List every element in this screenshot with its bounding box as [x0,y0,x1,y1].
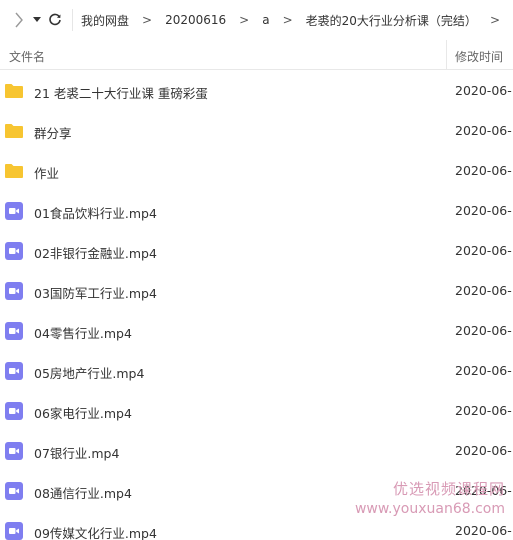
file-name: 作业 [34,166,60,181]
file-name: 06家电行业.mp4 [34,406,132,421]
file-row[interactable]: 06家电行业.mp4 2020-06-1 [0,391,513,431]
nav-divider [72,9,74,31]
folder-icon [4,121,24,141]
file-date: 2020-06-1 [455,123,513,138]
breadcrumb: 我的网盘 > 20200616 > a > 老裘的20大行业分析课（完结） > [81,12,513,29]
video-file-icon [4,521,24,540]
column-divider[interactable] [446,40,447,70]
file-row[interactable]: 09传媒文化行业.mp4 2020-06-1 [0,511,513,540]
breadcrumb-item[interactable]: 20200616 [165,13,226,27]
file-row[interactable]: 05房地产行业.mp4 2020-06-1 [0,351,513,391]
caret-down-icon [33,17,42,22]
file-date: 2020-06-1 [455,483,513,498]
file-row[interactable]: 02非银行金融业.mp4 2020-06-1 [0,231,513,271]
breadcrumb-separator-icon: > [239,13,250,27]
chevron-right-icon [15,12,24,28]
file-date: 2020-06-1 [455,163,513,178]
breadcrumb-item[interactable]: a [262,13,269,27]
breadcrumb-separator-icon: > [142,13,153,27]
video-file-icon [4,281,24,301]
file-row[interactable]: 03国防军工行业.mp4 2020-06-1 [0,271,513,311]
column-header-date[interactable]: 修改时间 [455,48,503,65]
navigation-bar: 我的网盘 > 20200616 > a > 老裘的20大行业分析课（完结） > [0,0,513,40]
file-date: 2020-06-1 [455,363,513,378]
file-date: 2020-06-1 [455,283,513,298]
file-date: 2020-06-1 [455,443,513,458]
history-dropdown-button[interactable] [31,0,43,40]
breadcrumb-separator-icon: > [489,13,500,27]
file-name: 07银行业.mp4 [34,446,120,461]
video-file-icon [4,201,24,221]
file-name: 03国防军工行业.mp4 [34,286,157,301]
file-name: 09传媒文化行业.mp4 [34,526,157,540]
folder-icon [4,161,24,181]
breadcrumb-separator-icon: > [282,13,293,27]
file-date: 2020-06-1 [455,523,513,538]
folder-icon [4,81,24,101]
file-date: 2020-06-1 [455,243,513,258]
video-file-icon [4,481,24,501]
video-file-icon [4,361,24,381]
file-row[interactable]: 08通信行业.mp4 2020-06-1 [0,471,513,511]
refresh-button[interactable] [43,0,66,40]
breadcrumb-item[interactable]: 我的网盘 [81,12,129,29]
file-row[interactable]: 21 老裘二十大行业课 重磅彩蛋 2020-06-1 [0,71,513,111]
file-name: 04零售行业.mp4 [34,326,132,341]
video-file-icon [4,321,24,341]
file-row[interactable]: 07银行业.mp4 2020-06-1 [0,431,513,471]
forward-button[interactable] [0,0,31,40]
file-date: 2020-06-1 [455,83,513,98]
file-date: 2020-06-1 [455,403,513,418]
file-row[interactable]: 01食品饮料行业.mp4 2020-06-1 [0,191,513,231]
video-file-icon [4,441,24,461]
file-name: 05房地产行业.mp4 [34,366,145,381]
file-name: 08通信行业.mp4 [34,486,132,501]
file-name: 02非银行金融业.mp4 [34,246,157,261]
video-file-icon [4,241,24,261]
video-file-icon [4,401,24,421]
file-list: 21 老裘二十大行业课 重磅彩蛋 2020-06-1 群分享 2020-06-1 作… [0,71,513,540]
file-row[interactable]: 群分享 2020-06-1 [0,111,513,151]
file-date: 2020-06-1 [455,203,513,218]
refresh-icon [48,13,61,26]
breadcrumb-item[interactable]: 老裘的20大行业分析课（完结） [306,12,477,29]
file-name: 01食品饮料行业.mp4 [34,206,157,221]
file-name: 21 老裘二十大行业课 重磅彩蛋 [34,86,208,101]
file-row[interactable]: 作业 2020-06-1 [0,151,513,191]
column-header: 文件名 修改时间 [0,40,513,70]
column-header-name[interactable]: 文件名 [9,48,45,65]
file-name: 群分享 [34,126,72,141]
file-date: 2020-06-1 [455,323,513,338]
file-row[interactable]: 04零售行业.mp4 2020-06-1 [0,311,513,351]
